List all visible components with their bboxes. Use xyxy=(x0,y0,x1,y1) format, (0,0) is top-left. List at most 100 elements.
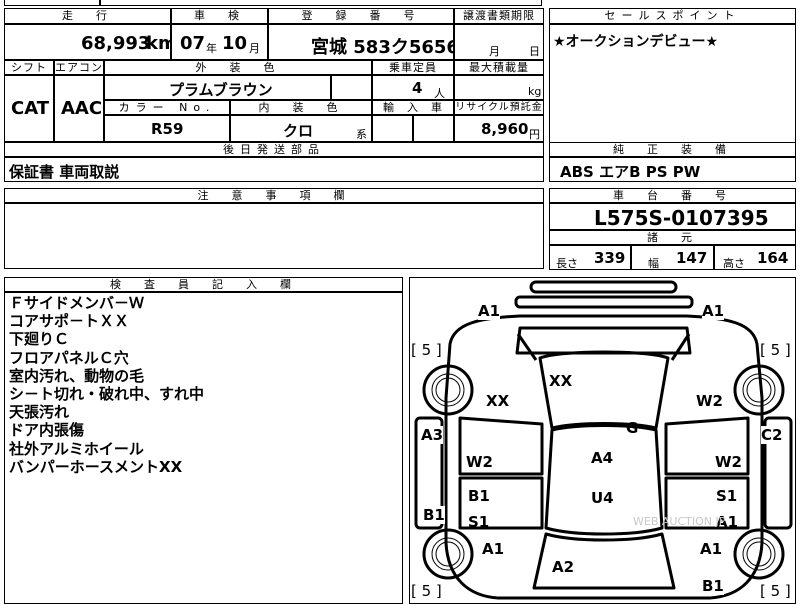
inspector-note: コアサポ－トＸＸ xyxy=(9,312,130,331)
inspector-notes-list: Ｆサイドメンバ－Ｗ コアサポ－トＸＸ 下廻りＣ フロアパネルＣ穴 室内汚れ、動物の毛 シ－… xyxy=(9,294,204,476)
exterior-color-extra xyxy=(331,75,372,100)
mileage-cell: 68,993 km xyxy=(4,24,177,60)
shift-value: CAT xyxy=(11,98,50,119)
shift-header: シフト xyxy=(4,60,54,75)
car-diagram xyxy=(414,280,793,600)
mark-b1-right: B1 xyxy=(702,577,724,595)
mark-a4: A4 xyxy=(591,449,614,467)
inspector-note: シ－ト切れ・破れ中、すれ中 xyxy=(9,385,205,404)
transfer-deadline-cell: 月 日 xyxy=(454,24,544,60)
dim-height-value: 164 xyxy=(757,249,789,267)
mark-front-right: A1 xyxy=(702,302,725,320)
transfer-deadline-header: 譲渡書類期限 xyxy=(454,8,544,24)
exterior-color-header: 外 装 色 xyxy=(104,60,372,75)
windshield xyxy=(515,326,692,355)
roof-front xyxy=(538,350,670,430)
max-load-unit: kg xyxy=(528,85,542,98)
sales-point-cell: ★オークションデビュー★ xyxy=(549,24,796,158)
exterior-color-cell: プラムブラウン xyxy=(104,75,331,100)
bracket-bottom-left: [ 5 ] xyxy=(411,582,442,600)
mark-b1-left-door: B1 xyxy=(468,487,490,505)
dim-height-cell: 高さ 164 xyxy=(714,245,796,270)
aircon-value: AAC xyxy=(61,98,103,119)
registration-header: 登 録 番 号 xyxy=(268,8,454,24)
mark-xx-center: XX xyxy=(549,372,573,390)
caution-cell xyxy=(4,203,544,269)
dim-length-label: 長さ xyxy=(556,257,578,270)
inspection-cell: 07 年 10 月 xyxy=(171,24,268,60)
dim-height-label: 高さ xyxy=(723,257,745,270)
inspector-note: Ｆサイドメンバ－Ｗ xyxy=(9,294,145,312)
inspection-month: 10 xyxy=(222,33,248,54)
mark-a3: A3 xyxy=(421,426,444,444)
later-parts-value: 保証書 車両取説 xyxy=(9,163,120,181)
later-parts-header: 後日発送部品 xyxy=(4,142,544,157)
inspection-header: 車 検 xyxy=(171,8,268,24)
sales-point-header: セールスポイント xyxy=(549,8,796,24)
top-strip-left xyxy=(4,0,100,6)
recycle-fee-value: 8,960 xyxy=(481,120,529,138)
capacity-header: 乗車定員 xyxy=(372,60,454,75)
month-unit: 月 xyxy=(249,42,260,55)
genuine-equipment-value: ABS エアB PS PW xyxy=(560,163,701,181)
recycle-fee-unit: 円 xyxy=(529,128,540,141)
mark-w2-right: W2 xyxy=(715,453,742,471)
inspector-note: 天張汚れ xyxy=(9,403,70,422)
inspector-note: 社外アルミホイール xyxy=(9,439,144,458)
top-strip-mid xyxy=(100,0,542,6)
aircon-header: エアコン xyxy=(54,60,104,75)
recycle-fee-header: リサイクル預託金 xyxy=(454,100,544,115)
inspector-header: 検 査 員 記 入 欄 xyxy=(4,277,403,292)
watermark: WEB AUCTION JP xyxy=(633,515,726,528)
mark-s1-left: S1 xyxy=(468,513,490,531)
shift-cell: CAT xyxy=(4,75,54,142)
exterior-color-value: プラムブラウン xyxy=(169,81,273,99)
dim-width-value: 147 xyxy=(676,249,708,267)
color-no-header: カラー No. xyxy=(104,100,230,115)
aircon-cell: AAC xyxy=(54,75,104,142)
deadline-day-unit: 日 xyxy=(529,45,540,58)
color-no-cell: R59 xyxy=(104,115,230,142)
chassis-cell: L575S-0107395 xyxy=(549,203,796,230)
mark-a2: A2 xyxy=(552,558,575,576)
sales-point-text: ★オークションデビュー★ xyxy=(553,34,719,50)
deadline-month-unit: 月 xyxy=(489,45,500,58)
later-parts-cell: 保証書 車両取説 xyxy=(4,157,544,182)
chassis-header: 車 台 番 号 xyxy=(549,188,796,203)
inspection-year: 07 xyxy=(180,33,206,54)
recycle-fee-cell: 8,960 円 xyxy=(454,115,544,142)
genuine-equipment-cell: ABS エアB PS PW xyxy=(549,157,796,182)
inspector-note: 下廻りＣ xyxy=(9,330,70,349)
mark-u4: U4 xyxy=(591,489,614,507)
inspector-note: フロアパネルＣ穴 xyxy=(9,348,129,367)
interior-color-cell: クロ 系 xyxy=(230,115,372,142)
bracket-top-left: [ 5 ] xyxy=(411,341,442,359)
mileage-value: 68,993 xyxy=(81,33,151,54)
mark-s1-right: S1 xyxy=(716,487,738,505)
capacity-cell: 4 人 xyxy=(372,75,454,100)
mark-xx-left: XX xyxy=(486,392,510,410)
interior-color-value: クロ xyxy=(283,122,314,140)
front-bumper-top xyxy=(529,280,678,294)
max-load-cell: kg xyxy=(454,75,544,100)
inspector-note: 室内汚れ、動物の毛 xyxy=(9,366,145,385)
mark-c2: C2 xyxy=(761,426,783,444)
interior-color-header: 内 装 色 xyxy=(230,100,372,115)
import-header: 輸 入 車 xyxy=(372,100,454,115)
mark-a1-left-low: A1 xyxy=(482,540,505,558)
mark-a1-right-low: A1 xyxy=(700,540,723,558)
bracket-top-right: [ 5 ] xyxy=(760,341,791,359)
import-cell-a xyxy=(372,115,413,142)
capacity-unit: 人 xyxy=(434,87,445,100)
color-no-value: R59 xyxy=(151,120,184,138)
year-unit: 年 xyxy=(206,42,217,55)
capacity-value: 4 xyxy=(412,79,423,97)
registration-cell: 宮城 583ク5656 xyxy=(268,24,459,60)
interior-color-suffix: 系 xyxy=(356,128,367,141)
registration-number: 宮城 583ク5656 xyxy=(311,37,459,58)
mark-g: G xyxy=(626,419,639,437)
bracket-bottom-right: [ 5 ] xyxy=(760,582,791,600)
inspector-cell: Ｆサイドメンバ－Ｗ コアサポ－トＸＸ 下廻りＣ フロアパネルＣ穴 室内汚れ、動物の毛 シ－… xyxy=(4,292,403,604)
chassis-number: L575S-0107395 xyxy=(594,206,769,230)
mark-w2-left: W2 xyxy=(466,453,493,471)
